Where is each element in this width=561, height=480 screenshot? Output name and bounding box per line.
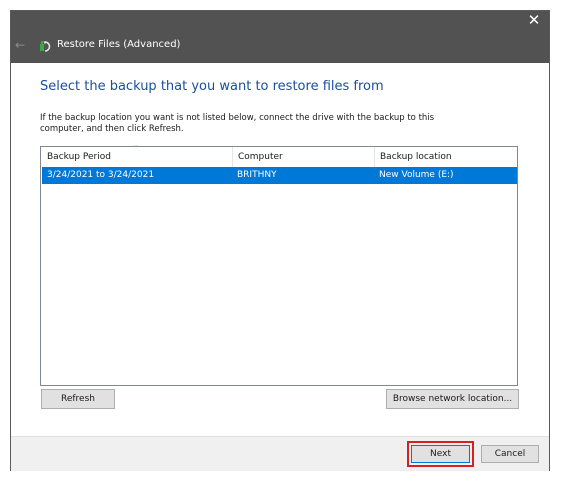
window-title: Restore Files (Advanced) [57, 39, 181, 50]
dialog-footer: Next Cancel [11, 436, 549, 471]
close-icon: ✕ [527, 11, 541, 29]
row-computer: BRITHNY [237, 170, 277, 180]
next-button[interactable]: Next [411, 445, 470, 463]
backup-list[interactable]: Backup Period ⌄ Computer Backup location… [40, 141, 518, 386]
list-row-selected[interactable]: 3/24/2021 to 3/24/2021 BRITHNY New Volum… [42, 167, 517, 184]
cancel-button[interactable]: Cancel [481, 445, 539, 463]
restore-files-window: ✕ ← Restore Files (Advanced) Select the … [10, 10, 550, 471]
title-bar: ✕ ← Restore Files (Advanced) [11, 11, 549, 63]
instructions-line-2: computer, and then click Refresh. [40, 124, 184, 134]
list-header: Backup Period ⌄ Computer Backup location [41, 141, 517, 167]
close-button[interactable]: ✕ [521, 11, 547, 29]
sort-indicator-icon: ⌄ [133, 141, 139, 149]
row-backup-location: New Volume (E:) [379, 170, 454, 180]
page-heading: Select the backup that you want to resto… [40, 79, 384, 94]
browse-network-location-button[interactable]: Browse network location... [386, 389, 519, 409]
refresh-button[interactable]: Refresh [41, 389, 115, 409]
restore-files-icon [40, 41, 51, 52]
column-header-backup-period[interactable]: Backup Period ⌄ [42, 141, 232, 167]
instructions-line-1: If the backup location you want is not l… [40, 113, 435, 123]
column-header-computer[interactable]: Computer [232, 147, 374, 167]
instructions-text: If the backup location you want is not l… [40, 113, 480, 135]
back-arrow-icon: ← [14, 38, 26, 52]
row-backup-period: 3/24/2021 to 3/24/2021 [47, 170, 155, 180]
column-header-backup-location[interactable]: Backup location [374, 147, 517, 167]
back-button[interactable]: ← [11, 36, 29, 54]
